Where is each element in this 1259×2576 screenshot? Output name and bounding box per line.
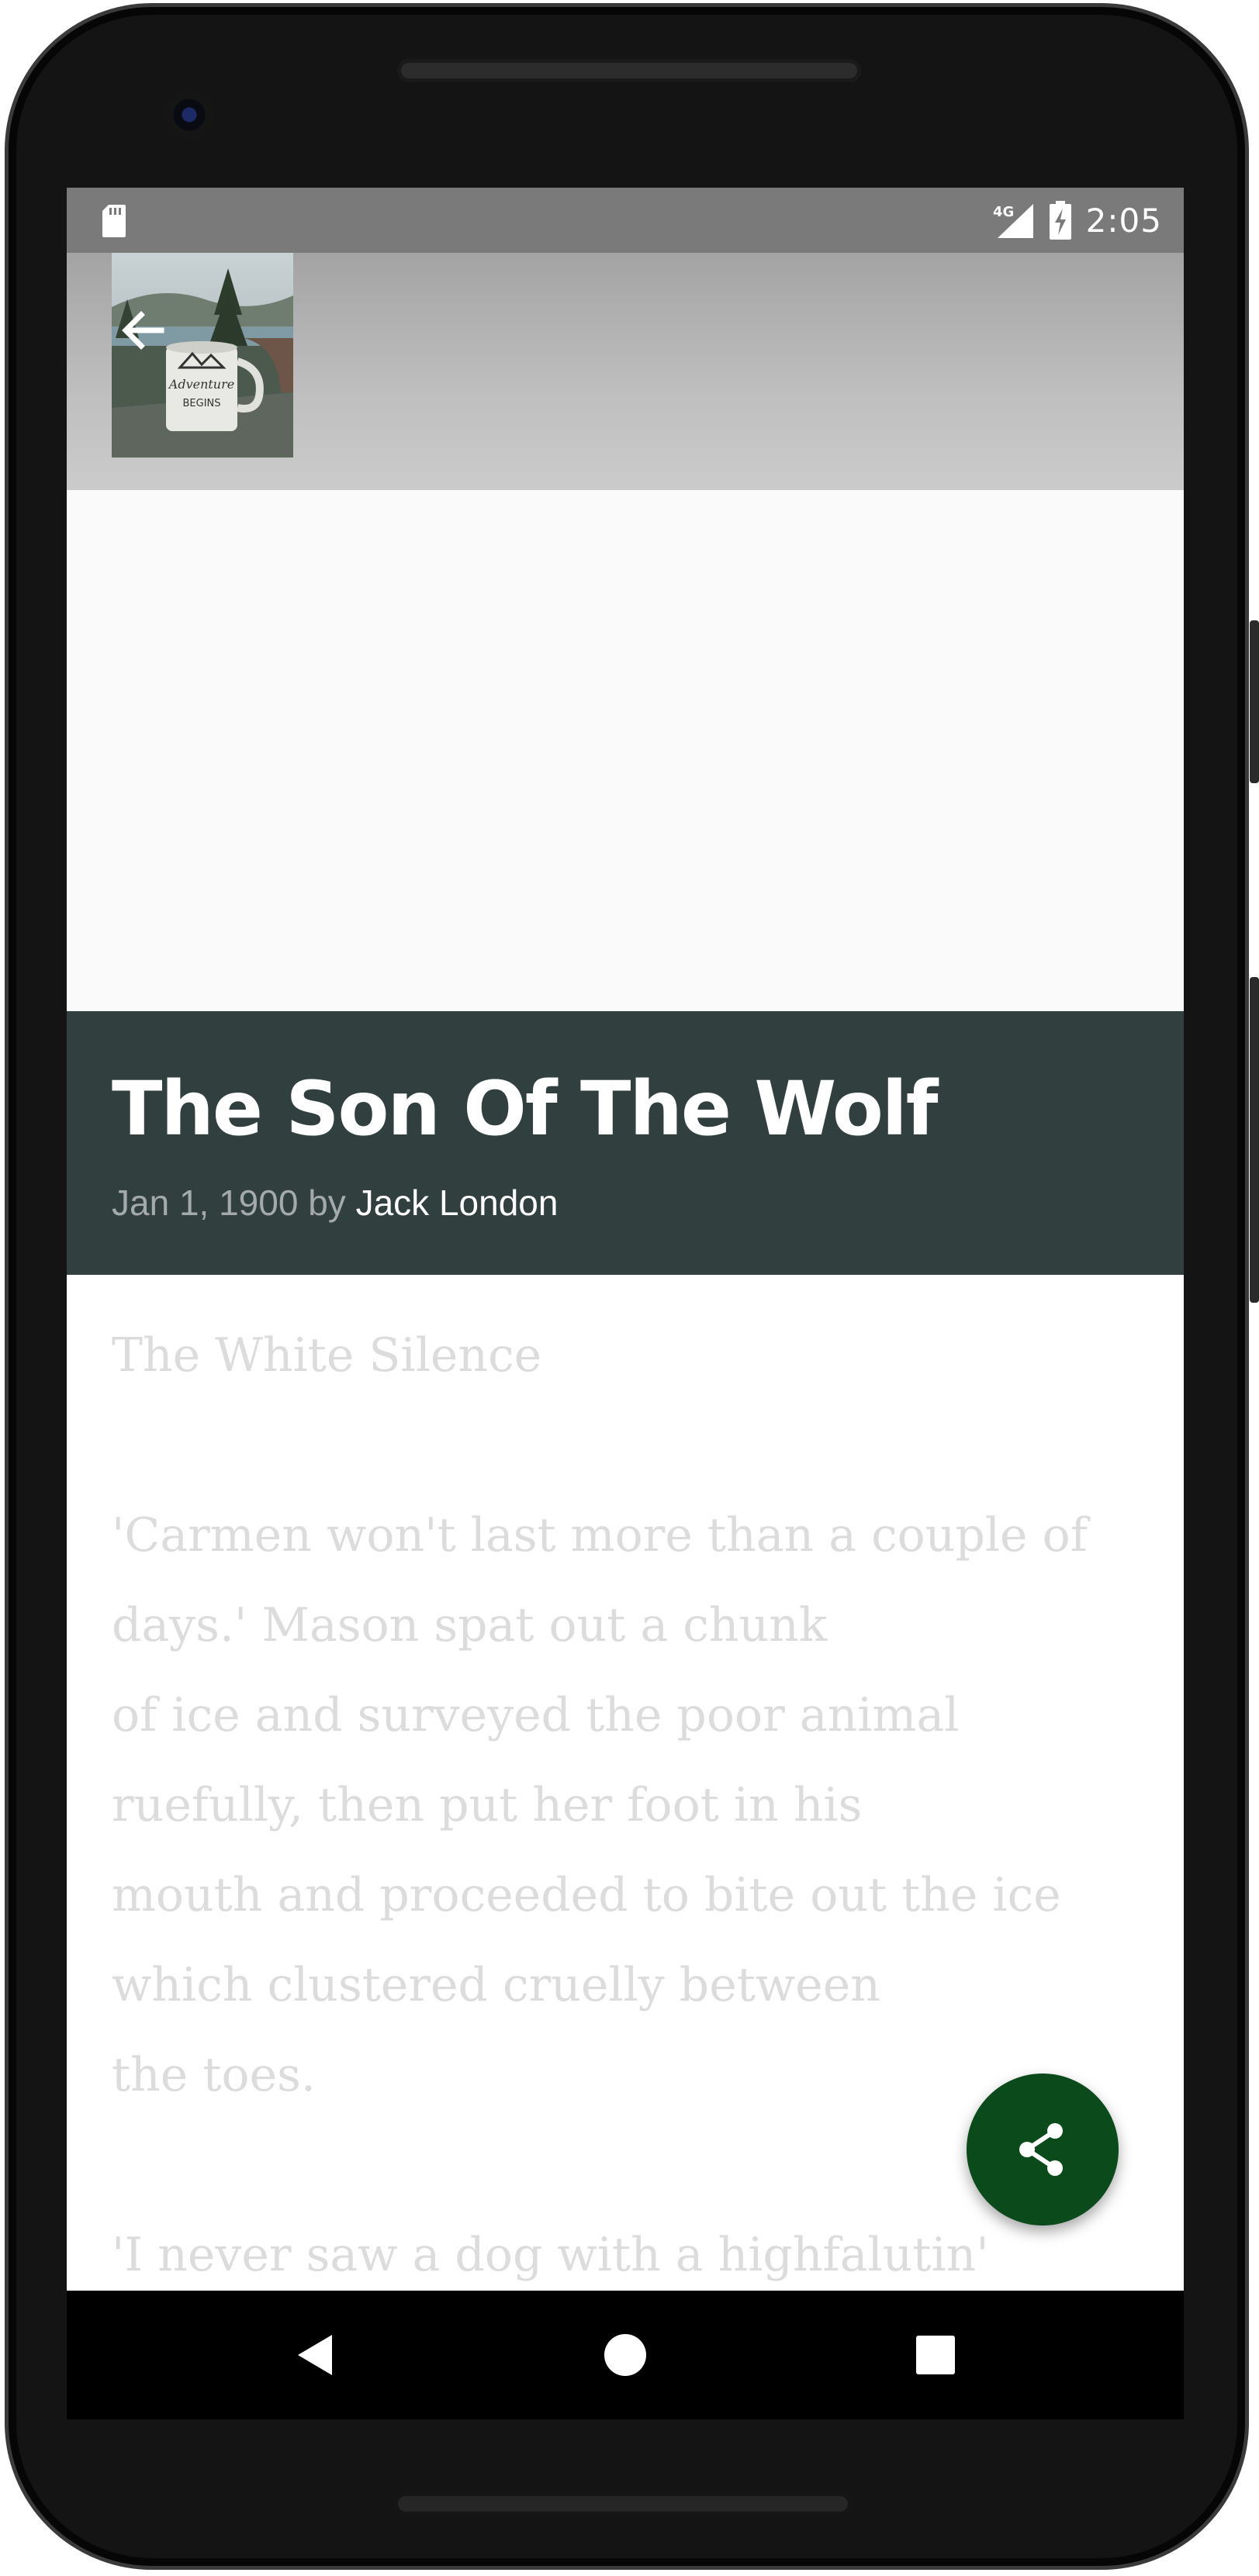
nav-recents-button[interactable] xyxy=(873,2291,998,2419)
text-line: which clustered cruelly between xyxy=(112,1958,880,2012)
paragraph: 'Carmen won't last more than a couple of… xyxy=(112,1490,1151,2120)
front-camera xyxy=(164,90,214,140)
hero-image-area xyxy=(67,490,1184,1011)
status-clock: 2:05 xyxy=(1085,201,1162,240)
volume-button xyxy=(1250,977,1259,1303)
square-recents-icon xyxy=(916,2336,955,2374)
svg-text:Adventure: Adventure xyxy=(168,377,234,392)
screen: 4G 2:05 Adventure BEGINS The Son Of The … xyxy=(67,188,1184,2419)
story-body: The White Silence 'Carmen won't last mor… xyxy=(112,1275,1151,2390)
text-line: days.' Mason spat out a chunk xyxy=(112,1598,828,1652)
svg-text:BEGINS: BEGINS xyxy=(182,398,220,409)
svg-text:4G: 4G xyxy=(993,204,1014,220)
title-band: The Son Of The Wolf Jan 1, 1900 by Jack … xyxy=(67,1011,1184,1275)
nav-back-button[interactable] xyxy=(253,2291,377,2419)
battery-charging-icon xyxy=(1049,201,1071,240)
arrow-back-icon xyxy=(122,311,164,350)
paragraph: 'I never saw a dog with a highfalutin' xyxy=(112,2210,1151,2300)
power-button xyxy=(1250,620,1259,783)
share-icon xyxy=(1019,2123,1063,2176)
triangle-back-icon xyxy=(298,2335,332,2375)
nav-home-button[interactable] xyxy=(563,2291,687,2419)
navigation-bar xyxy=(67,2291,1184,2419)
bottom-speaker xyxy=(394,2492,852,2516)
story-title: The Son Of The Wolf xyxy=(112,1065,938,1152)
app-bar: Adventure BEGINS xyxy=(67,253,1184,490)
sd-card-icon xyxy=(102,205,126,237)
share-button[interactable] xyxy=(967,2074,1119,2226)
text-line: mouth and proceeded to bite out the ice xyxy=(112,1868,1061,1922)
circle-home-icon xyxy=(604,2334,646,2376)
text-line: 'I never saw a dog with a highfalutin' xyxy=(112,2228,989,2282)
chapter-title-text: The White Silence xyxy=(112,1328,542,1383)
byline: Jan 1, 1900 by Jack London xyxy=(112,1182,558,1224)
earpiece-speaker xyxy=(397,59,861,82)
text-line: of ice and surveyed the poor animal xyxy=(112,1688,960,1742)
publish-date: Jan 1, 1900 xyxy=(112,1183,299,1223)
chapter-title: The White Silence xyxy=(112,1310,1151,1400)
back-button[interactable] xyxy=(112,299,174,361)
byline-by: by xyxy=(308,1183,346,1223)
status-bar: 4G 2:05 xyxy=(67,188,1184,253)
author-link[interactable]: Jack London xyxy=(356,1183,559,1223)
signal-4g-icon: 4G xyxy=(993,204,1033,238)
text-line: ruefully, then put her foot in his xyxy=(112,1778,863,1832)
text-line: 'Carmen won't last more than a couple of xyxy=(112,1508,1088,1563)
